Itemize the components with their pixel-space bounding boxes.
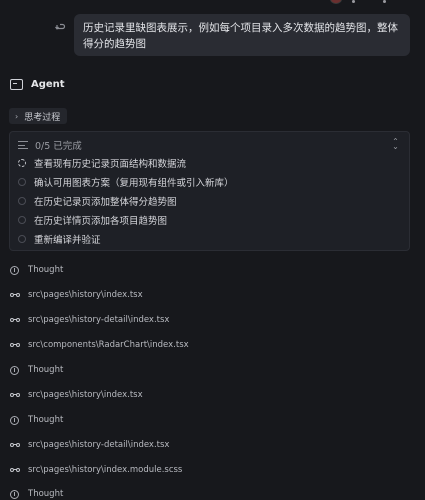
glasses-icon	[10, 467, 21, 473]
todo-item-label: 重新编译并验证	[34, 235, 101, 246]
todo-item-label: 在历史详情页添加各项目趋势图	[34, 216, 168, 227]
pending-icon	[18, 178, 26, 186]
thought-entry[interactable]: Thought	[10, 363, 63, 377]
list-icon	[18, 141, 28, 150]
thinking-label: 思考过程	[24, 112, 61, 123]
file-read-entry[interactable]: src\pages\history-detail\index.tsx	[10, 438, 169, 452]
pending-icon	[18, 197, 26, 205]
log-text: src\pages\history\index.tsx	[28, 290, 143, 300]
thought-entry[interactable]: Thought	[10, 487, 63, 500]
pending-icon	[18, 235, 26, 243]
log-text: Thought	[28, 415, 64, 425]
info-icon	[10, 265, 19, 275]
agent-label: Agent	[31, 78, 65, 90]
glasses-icon	[10, 292, 21, 298]
terminal-icon	[10, 78, 23, 90]
todo-item: 查看现有历史记录页面结构和数据流	[18, 155, 186, 171]
todo-summary: 0/5 已完成	[35, 141, 82, 152]
log-text: src\pages\history-detail\index.tsx	[28, 440, 170, 450]
log-text: src\components\RadarChart\index.tsx	[28, 340, 189, 350]
collapse-icon[interactable]: ⌃ ⌄	[391, 138, 400, 151]
todo-item-label: 确认可用图表方案（复用现有组件或引入新库）	[34, 178, 234, 189]
top-bar	[0, 0, 425, 6]
log-text: src\pages\history\index.tsx	[28, 390, 143, 400]
todo-item-label: 查看现有历史记录页面结构和数据流	[34, 159, 187, 170]
toolbar-icon[interactable]	[383, 0, 386, 3]
undo-icon[interactable]	[54, 22, 66, 34]
toolbar-icon[interactable]	[352, 0, 355, 3]
todo-item: 确认可用图表方案（复用现有组件或引入新库）	[18, 174, 234, 190]
todo-item: 在历史记录页添加整体得分趋势图	[18, 193, 177, 209]
info-icon	[10, 365, 19, 375]
user-message[interactable]: 历史记录里缺图表展示，例如每个项目录入多次数据的趋势图，整体得分的趋势图	[74, 14, 410, 56]
glasses-icon	[10, 442, 21, 448]
file-read-entry[interactable]: src\pages\history\index.tsx	[10, 288, 143, 302]
glasses-icon	[10, 317, 21, 323]
glasses-icon	[10, 342, 21, 348]
log-text: src\pages\history\index.module.scss	[28, 465, 183, 475]
avatar[interactable]	[330, 0, 342, 4]
info-icon	[10, 415, 19, 425]
thought-entry[interactable]: Thought	[10, 263, 63, 277]
todo-item: 在历史详情页添加各项目趋势图	[18, 212, 167, 228]
log-text: Thought	[28, 365, 64, 375]
info-icon	[10, 489, 19, 499]
log-text: Thought	[28, 489, 64, 499]
glasses-icon	[10, 392, 21, 398]
file-read-entry[interactable]: src\pages\history\index.tsx	[10, 388, 143, 402]
file-read-entry[interactable]: src\pages\history\index.module.scss	[10, 463, 182, 477]
todo-item: 重新编译并验证	[18, 231, 101, 247]
log-text: src\pages\history-detail\index.tsx	[28, 315, 170, 325]
in-progress-icon	[18, 159, 26, 167]
todo-item-label: 在历史记录页添加整体得分趋势图	[34, 197, 177, 208]
todo-panel: 0/5 已完成 ⌃ ⌄ 查看现有历史记录页面结构和数据流 确认可用图表方案（复用现…	[9, 131, 410, 251]
thought-entry[interactable]: Thought	[10, 413, 63, 427]
todo-header: 0/5 已完成	[18, 137, 82, 153]
file-read-entry[interactable]: src\components\RadarChart\index.tsx	[10, 338, 189, 352]
file-read-entry[interactable]: src\pages\history-detail\index.tsx	[10, 313, 169, 327]
log-text: Thought	[28, 265, 64, 275]
pending-icon	[18, 216, 26, 224]
chevron-right-icon: ›	[15, 111, 19, 121]
thinking-toggle[interactable]: › 思考过程	[9, 108, 68, 124]
agent-header: Agent	[10, 76, 65, 92]
